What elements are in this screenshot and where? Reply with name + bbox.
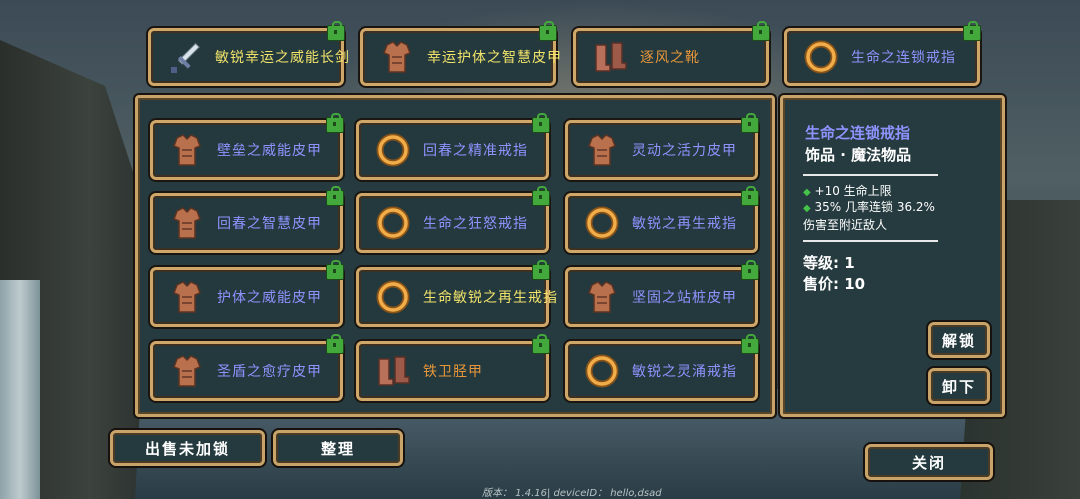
item-name: 灵动之活力皮甲 — [632, 143, 737, 159]
lock-icon[interactable] — [532, 113, 550, 133]
item-name: 逐风之靴 — [640, 50, 700, 66]
lock-icon[interactable] — [539, 21, 557, 41]
item-name: 护体之威能皮甲 — [217, 290, 322, 306]
item-name: 铁卫胫甲 — [423, 364, 483, 380]
item-name: 敏锐幸运之威能长剑 — [215, 50, 350, 66]
item-name: 敏锐之再生戒指 — [632, 216, 737, 232]
inventory-slot[interactable]: 敏锐之灵涌戒指 — [565, 334, 759, 401]
ring-icon — [582, 351, 622, 391]
item-name: 幸运护体之智慧皮甲 — [427, 50, 562, 66]
ring-icon — [373, 277, 413, 317]
armor-icon — [582, 277, 622, 317]
lock-icon[interactable] — [741, 334, 759, 354]
inventory-slot[interactable]: 回春之精准戒指 — [356, 113, 550, 180]
armor-icon — [167, 351, 207, 391]
lock-icon[interactable] — [326, 260, 344, 280]
boots-icon — [590, 37, 630, 77]
unlock-button[interactable]: 解锁 — [928, 322, 990, 358]
ring-icon — [373, 130, 413, 170]
lock-icon[interactable] — [741, 113, 759, 133]
lock-icon[interactable] — [532, 334, 550, 354]
bullet-diamond-icon: ◆ — [803, 203, 811, 214]
item-name: 生命之连锁戒指 — [851, 50, 956, 66]
detail-item-name: 生命之连锁戒指 — [805, 124, 911, 142]
lock-icon[interactable] — [963, 21, 981, 41]
version-text: 版本： 1.4.16| deviceID： hello,dsad — [482, 488, 662, 499]
lock-icon[interactable] — [326, 186, 344, 206]
inventory-slot[interactable]: 生命之狂怒戒指 — [356, 186, 550, 253]
item-name: 回春之精准戒指 — [423, 143, 528, 159]
stat-text: 35% 几率连锁 36.2% 伤害至附近敌人 — [803, 200, 935, 232]
stat-line: ◆ 35% 几率连锁 36.2% 伤害至附近敌人 — [803, 199, 943, 234]
close-button[interactable]: 关闭 — [865, 444, 993, 480]
lock-icon[interactable] — [326, 113, 344, 133]
inventory-slot[interactable]: 回春之智慧皮甲 — [150, 186, 344, 253]
inventory-slot[interactable]: 敏锐之再生戒指 — [565, 186, 759, 253]
armor-icon — [377, 37, 417, 77]
lock-icon[interactable] — [326, 334, 344, 354]
inventory-slot[interactable]: 圣盾之愈疗皮甲 — [150, 334, 344, 401]
lock-icon[interactable] — [741, 186, 759, 206]
ring-icon — [801, 37, 841, 77]
sell-unlocked-button[interactable]: 出售未加锁 — [110, 430, 265, 466]
item-name: 壁垒之威能皮甲 — [217, 143, 322, 159]
boots-icon — [373, 351, 413, 391]
unequip-button[interactable]: 卸下 — [928, 368, 990, 404]
inventory-slot[interactable]: 坚固之站桩皮甲 — [565, 260, 759, 327]
organize-button[interactable]: 整理 — [273, 430, 403, 466]
inventory-slot[interactable]: 壁垒之威能皮甲 — [150, 113, 344, 180]
lock-icon[interactable] — [752, 21, 770, 41]
inventory-slot[interactable]: 灵动之活力皮甲 — [565, 113, 759, 180]
sword-icon — [165, 37, 205, 77]
bullet-diamond-icon: ◆ — [803, 187, 811, 198]
divider — [803, 174, 938, 176]
item-level: 等级: 1 — [803, 254, 855, 272]
ring-icon — [373, 203, 413, 243]
armor-icon — [582, 130, 622, 170]
lock-icon[interactable] — [327, 21, 345, 41]
armor-icon — [167, 277, 207, 317]
item-name: 圣盾之愈疗皮甲 — [217, 364, 322, 380]
equipped-slot[interactable]: 逐风之靴 — [573, 21, 770, 86]
armor-icon — [167, 130, 207, 170]
inventory-slot[interactable]: 护体之威能皮甲 — [150, 260, 344, 327]
item-name: 坚固之站桩皮甲 — [632, 290, 737, 306]
equipped-slot[interactable]: 敏锐幸运之威能长剑 — [148, 21, 349, 86]
equipped-slot[interactable]: 幸运护体之智慧皮甲 — [360, 21, 561, 86]
item-price: 售价: 10 — [803, 275, 866, 293]
lock-icon[interactable] — [532, 260, 550, 280]
armor-icon — [167, 203, 207, 243]
item-name: 生命之狂怒戒指 — [423, 216, 528, 232]
detail-item-type: 饰品 · 魔法物品 — [805, 146, 912, 164]
item-name: 敏锐之灵涌戒指 — [632, 364, 737, 380]
lock-icon[interactable] — [532, 186, 550, 206]
inventory-slot[interactable]: 铁卫胫甲 — [356, 334, 550, 401]
equipped-slot[interactable]: 生命之连锁戒指 — [784, 21, 981, 86]
item-name: 回春之智慧皮甲 — [217, 216, 322, 232]
divider — [803, 240, 938, 242]
ring-icon — [582, 203, 622, 243]
waterfall — [0, 280, 40, 499]
lock-icon[interactable] — [741, 260, 759, 280]
inventory-slot[interactable]: 生命敏锐之再生戒指 — [356, 260, 557, 327]
stat-text: +10 生命上限 — [814, 184, 892, 198]
item-name: 生命敏锐之再生戒指 — [423, 290, 558, 306]
